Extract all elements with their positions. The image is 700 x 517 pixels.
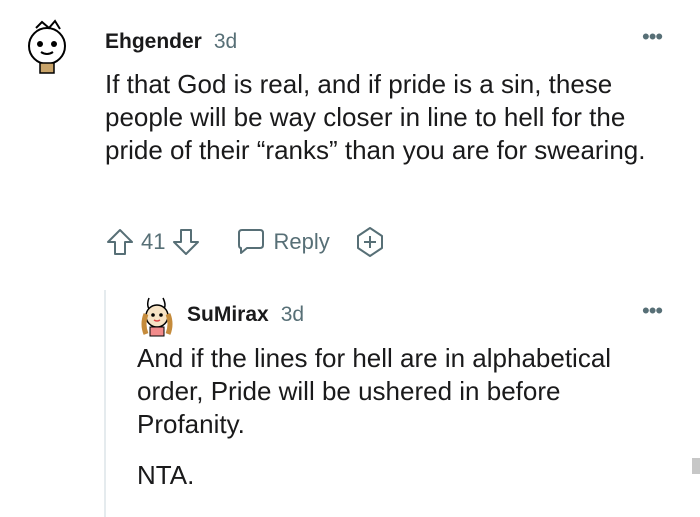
more-options-icon: ••• [642,298,663,323]
downvote-button[interactable] [171,227,201,257]
comment-age: 3d [213,30,238,53]
reply-button[interactable]: Reply [235,227,330,257]
upvote-button[interactable] [105,227,135,257]
downvote-arrow-icon [173,229,200,255]
reply-body-paragraph-2: NTA. [137,460,195,490]
reply-label: Reply [273,229,330,254]
reply-age: 3d [280,303,305,326]
comment-body: If that God is real, and if pride is a s… [105,69,646,165]
comment-author[interactable]: Ehgender [105,30,202,54]
upvote-arrow-icon [107,229,133,255]
snoo-avatar-icon [28,19,66,74]
reply-more-button[interactable]: ••• [642,300,663,322]
reply-author-avatar[interactable] [136,294,178,337]
reply-author[interactable]: SuMirax [187,303,269,327]
reply-body-paragraph-1: And if the lines for hell are in alphabe… [137,343,612,439]
speech-bubble-icon [238,229,265,254]
thread-line[interactable] [104,290,106,517]
comment-actions: 41 Reply [105,226,386,258]
comment-more-button[interactable]: ••• [642,26,663,48]
scrollbar-thumb[interactable] [692,458,700,474]
award-button[interactable] [354,226,386,258]
author-avatar[interactable] [22,16,72,74]
bunny-avatar-icon [141,297,173,337]
more-options-icon: ••• [642,24,663,49]
award-plus-icon [356,227,383,257]
vote-score: 41 [141,229,166,254]
